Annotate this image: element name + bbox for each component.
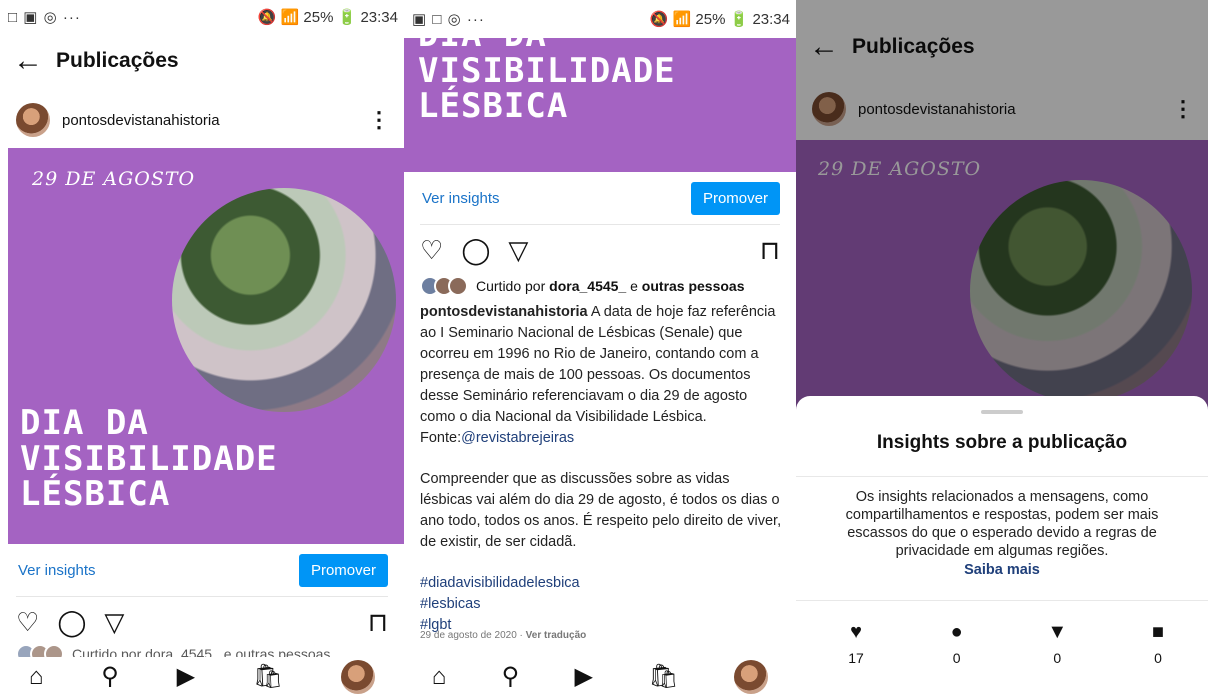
comment-icon: ● xyxy=(950,621,963,643)
post-caption: pontosdevistanahistoria A data de hoje f… xyxy=(420,302,782,636)
post-timestamp: 29 de agosto de 2020 · xyxy=(420,630,523,641)
caption-username[interactable]: pontosdevistanahistoria xyxy=(420,304,588,320)
source-mention-link[interactable]: @revistabrejeiras xyxy=(461,430,574,446)
hashtag-link[interactable]: #lesbicas xyxy=(420,594,782,615)
liker-avatars xyxy=(420,276,468,296)
caption-paragraph-1: A data de hoje faz referência ao I Semin… xyxy=(420,304,776,426)
phone-panel-2: DIA DA VISIBILIDADE LÉSBICA ▣ □ ◎ ··· 🔕 … xyxy=(404,0,796,697)
phone-panel-3: ← Publicações pontosdevistanahistoria ⋮ … xyxy=(796,0,1208,697)
liked-by-rest[interactable]: outras pessoas xyxy=(642,278,745,294)
reels-icon[interactable]: ▶ xyxy=(177,665,195,689)
caption-paragraph-2: Compreender que as discussões sobre as v… xyxy=(420,471,782,551)
comment-icon[interactable]: ◯ xyxy=(57,609,86,635)
promote-button[interactable]: Promover xyxy=(298,553,388,587)
like-icon[interactable]: ♡ xyxy=(420,237,443,263)
headline-line-3: LÉSBICA xyxy=(20,474,171,515)
heart-icon: ♥ xyxy=(850,621,862,643)
liked-by-mid: e xyxy=(630,278,638,294)
shop-icon[interactable]: 🛍 xyxy=(253,665,283,689)
profile-avatar-icon[interactable] xyxy=(734,660,769,694)
photo-circle xyxy=(172,188,396,412)
back-arrow-icon[interactable]: ← xyxy=(0,46,56,76)
share-icon[interactable]: ▽ xyxy=(508,237,528,263)
shares-stat: ▼ 0 xyxy=(1037,622,1077,666)
page-title: Publicações xyxy=(56,49,179,72)
like-icon[interactable]: ♡ xyxy=(16,609,39,635)
liked-by: Curtido por dora_4545_ e outras pessoas xyxy=(420,276,745,296)
insights-row: Ver insights Promover xyxy=(0,552,404,588)
search-icon[interactable]: ⚲ xyxy=(502,665,520,689)
post-actions: ♡ ◯ ▽ ⊓ xyxy=(404,230,796,270)
sheet-message: Os insights relacionados a mensagens, co… xyxy=(820,488,1184,579)
save-icon[interactable]: ⊓ xyxy=(368,609,388,635)
sheet-title: Insights sobre a publicação xyxy=(876,432,1128,453)
headline-line-3: LÉSBICA xyxy=(418,86,569,127)
profile-avatar-icon[interactable] xyxy=(341,660,376,694)
header: ← Publicações xyxy=(0,36,404,86)
more-options-icon[interactable]: ⋮ xyxy=(368,109,390,131)
search-icon[interactable]: ⚲ xyxy=(101,665,119,689)
comment-icon[interactable]: ◯ xyxy=(461,237,490,263)
username[interactable]: pontosdevistanahistoria xyxy=(62,112,220,129)
likes-stat: ♥ 17 xyxy=(836,622,876,666)
divider xyxy=(796,600,1208,601)
comments-stat: ● 0 xyxy=(937,622,977,666)
saves-count: 0 xyxy=(1154,650,1162,666)
reels-icon[interactable]: ▶ xyxy=(575,665,593,689)
share-icon[interactable]: ▽ xyxy=(104,609,124,635)
home-icon[interactable]: ⌂ xyxy=(29,665,44,689)
status-right: 🔕 📶 25% 🔋 23:34 xyxy=(257,9,398,26)
post-date-text: 29 DE AGOSTO xyxy=(32,168,196,190)
likes-count: 17 xyxy=(848,650,864,666)
divider xyxy=(16,596,388,597)
avatar[interactable] xyxy=(16,103,50,137)
view-insights-link[interactable]: Ver insights xyxy=(18,562,96,579)
screenshot-collage: □ ▣ ◎ ··· 🔕 📶 25% 🔋 23:34 ← Publicações … xyxy=(0,0,1208,697)
promote-button[interactable]: Promover xyxy=(690,181,780,215)
shop-icon[interactable]: 🛍 xyxy=(648,665,678,689)
status-left-icons: □ ▣ ◎ ··· xyxy=(8,9,81,26)
shares-count: 0 xyxy=(1053,650,1062,666)
sheet-drag-handle[interactable] xyxy=(981,410,1023,414)
hashtag-link[interactable]: #diadavisibilidadelesbica xyxy=(420,573,782,594)
headline-line-2: VISIBILIDADE xyxy=(20,438,278,479)
liked-by-user[interactable]: dora_4545_ xyxy=(549,278,626,294)
bookmark-icon: ■ xyxy=(1151,621,1165,643)
post-headline: DIA DA VISIBILIDADE LÉSBICA xyxy=(20,403,278,515)
insights-bottom-sheet: Insights sobre a publicação Os insights … xyxy=(796,396,1208,697)
status-left-icons: ▣ □ ◎ ··· xyxy=(412,11,485,28)
source-prefix: Fonte: xyxy=(420,430,462,447)
view-insights-link[interactable]: Ver insights xyxy=(422,190,500,207)
learn-more-link[interactable]: Saiba mais xyxy=(820,561,1184,579)
status-bar: □ ▣ ◎ ··· 🔕 📶 25% 🔋 23:34 xyxy=(0,0,404,34)
post-author-row: pontosdevistanahistoria ⋮ xyxy=(0,96,404,144)
insights-row: Ver insights Promover xyxy=(404,180,796,216)
divider xyxy=(796,476,1208,477)
see-translation-link[interactable]: Ver tradução xyxy=(526,630,587,641)
post-actions: ♡ ◯ ▽ ⊓ xyxy=(0,602,404,642)
headline-line-1: DIA DA xyxy=(20,403,149,443)
send-icon: ▼ xyxy=(1047,621,1068,643)
sheet-body-text: Os insights relacionados a mensagens, co… xyxy=(845,489,1159,560)
bottom-nav: ⌂ ⚲ ▶ 🛍 xyxy=(0,657,404,697)
phone-panel-1: □ ▣ ◎ ··· 🔕 📶 25% 🔋 23:34 ← Publicações … xyxy=(0,0,404,697)
save-icon[interactable]: ⊓ xyxy=(760,237,780,263)
status-bar: ▣ □ ◎ ··· 🔕 📶 25% 🔋 23:34 xyxy=(404,0,796,38)
bottom-nav: ⌂ ⚲ ▶ 🛍 xyxy=(404,657,796,697)
headline-line-2: VISIBILIDADE xyxy=(418,50,676,91)
saves-stat: ■ 0 xyxy=(1138,622,1178,666)
post-image[interactable]: 29 DE AGOSTO DIA DA VISIBILIDADE LÉSBICA xyxy=(8,148,404,544)
comments-count: 0 xyxy=(952,650,961,666)
insights-stats: ♥ 17 ● 0 ▼ 0 ■ 0 xyxy=(796,622,1208,666)
status-right: 🔕 📶 25% 🔋 23:34 xyxy=(649,11,790,28)
divider xyxy=(420,224,780,225)
home-icon[interactable]: ⌂ xyxy=(432,665,447,689)
liked-by-prefix: Curtido por xyxy=(476,278,546,294)
post-timestamp-row: 29 de agosto de 2020 · Ver tradução xyxy=(420,630,586,641)
